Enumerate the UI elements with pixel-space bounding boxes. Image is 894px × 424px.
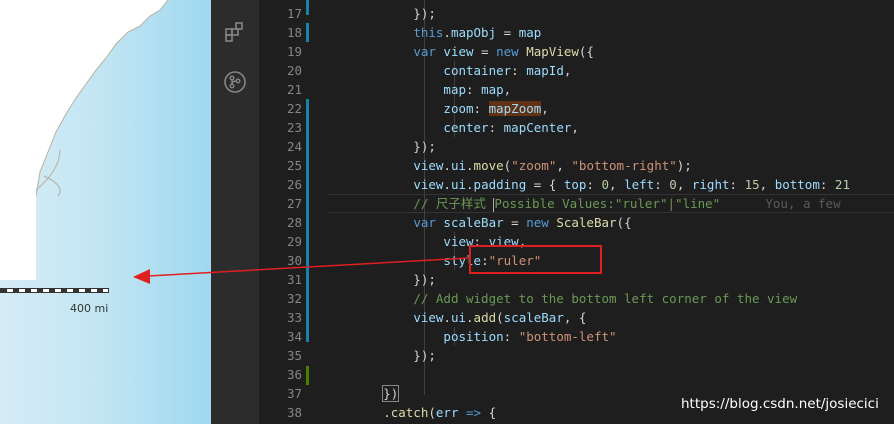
watermark: https://blog.csdn.net/josiecici [681, 396, 879, 412]
annotation-arrow [133, 257, 469, 284]
